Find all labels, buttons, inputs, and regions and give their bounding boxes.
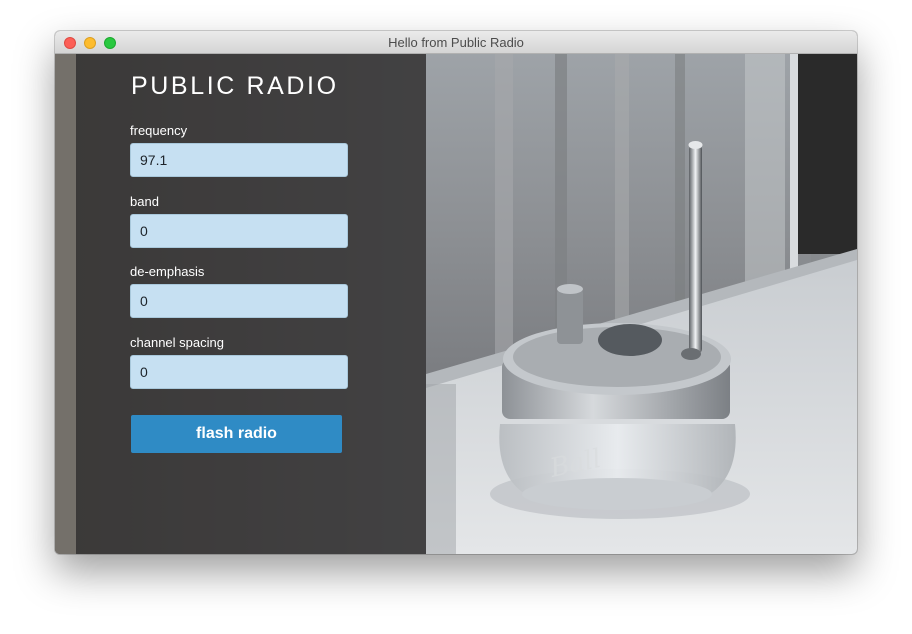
- deemphasis-label: de-emphasis: [130, 264, 205, 279]
- deemphasis-input[interactable]: [130, 284, 348, 318]
- app-title: PUBLIC RADIO: [131, 72, 339, 100]
- frequency-input[interactable]: [130, 143, 348, 177]
- flash-radio-button[interactable]: flash radio: [131, 415, 342, 453]
- window-content: Ball PUBLIC RADIO frequency band de-emph…: [55, 54, 857, 554]
- control-panel: PUBLIC RADIO frequency band de-emphasis …: [76, 54, 426, 554]
- app-window: Hello from Public Radio Ball PUBLIC RADI…: [55, 31, 857, 554]
- band-input[interactable]: [130, 214, 348, 248]
- frequency-label: frequency: [130, 123, 188, 138]
- band-label: band: [130, 194, 159, 209]
- channel-spacing-label: channel spacing: [130, 335, 224, 350]
- channel-spacing-input[interactable]: [130, 355, 348, 389]
- window-title: Hello from Public Radio: [388, 35, 524, 50]
- title-bar[interactable]: Hello from Public Radio: [55, 31, 857, 54]
